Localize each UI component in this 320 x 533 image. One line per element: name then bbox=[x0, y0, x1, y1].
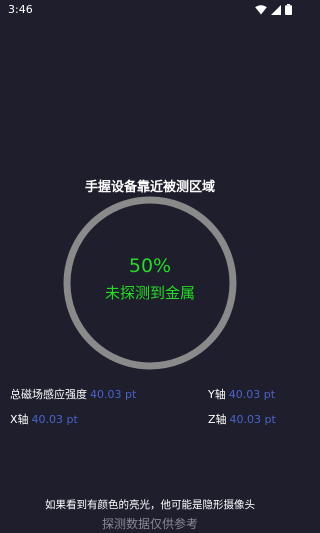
total-field-reading: 总磁场感应强度 40.03 pt bbox=[10, 386, 136, 402]
z-axis-label: Z轴 bbox=[208, 413, 227, 426]
gauge-percent: 50% bbox=[128, 255, 172, 277]
x-axis-reading: X轴 40.03 pt bbox=[10, 411, 78, 427]
disclaimer-footer: 探测数据仅供参考 bbox=[101, 517, 198, 531]
x-axis-label: X轴 bbox=[10, 413, 29, 426]
status-icons bbox=[255, 4, 292, 15]
metal-status: 未探测到金属 bbox=[104, 284, 195, 302]
z-axis-reading: Z轴 40.03 pt bbox=[208, 411, 276, 427]
camera-hint: 如果看到有颜色的亮光，他可能是隐形摄像头 bbox=[45, 499, 255, 511]
total-field-label: 总磁场感应强度 bbox=[10, 388, 87, 401]
status-time: 3:46 bbox=[8, 3, 33, 16]
y-axis-reading: Y轴 40.03 pt bbox=[208, 386, 275, 402]
wifi-icon bbox=[255, 4, 267, 14]
instruction-heading: 手握设备靠近被测区域 bbox=[84, 180, 215, 195]
status-bar: 3:46 bbox=[0, 0, 300, 22]
z-axis-value: 40.03 pt bbox=[229, 413, 276, 426]
total-field-value: 40.03 pt bbox=[90, 388, 137, 401]
y-axis-label: Y轴 bbox=[208, 388, 226, 401]
x-axis-value: 40.03 pt bbox=[31, 413, 78, 426]
signal-icon bbox=[271, 4, 281, 15]
y-axis-value: 40.03 pt bbox=[228, 388, 276, 401]
detection-gauge: 50% 未探测到金属 bbox=[62, 195, 238, 371]
battery-icon bbox=[285, 4, 292, 15]
